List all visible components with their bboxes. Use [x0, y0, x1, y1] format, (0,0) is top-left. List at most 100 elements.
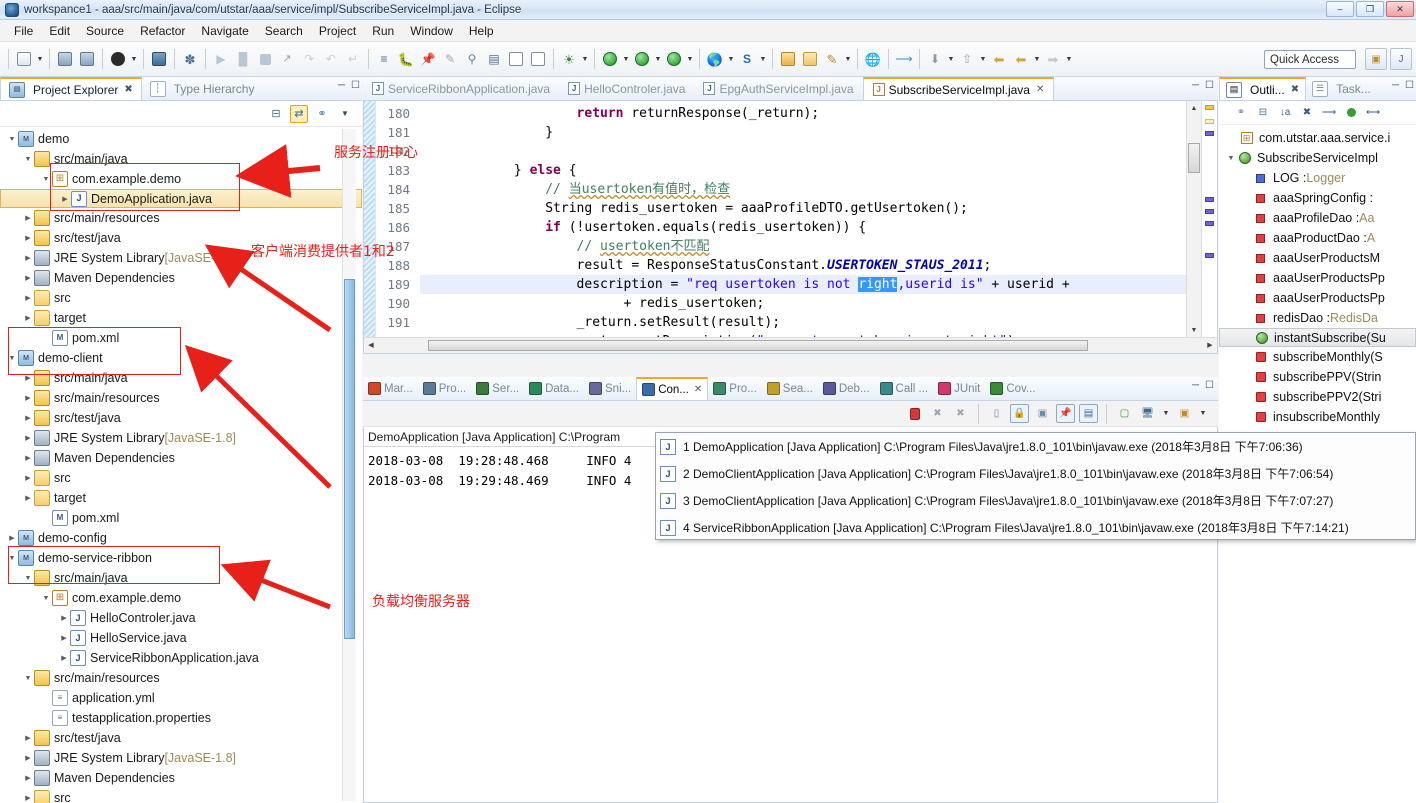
tree-twisty-icon[interactable] [22, 274, 34, 282]
tree-item-maven-dependencies[interactable]: Maven Dependencies [0, 768, 362, 788]
tree-item-demoapplication-java[interactable]: J DemoApplication.java [0, 189, 362, 208]
console-tab-coverage[interactable]: Cov... [985, 377, 1040, 400]
tree-item-src-main-resources[interactable]: src/main/resources [0, 208, 362, 228]
tree-twisty-icon[interactable] [6, 555, 18, 562]
java-perspective-icon[interactable]: J [1390, 48, 1412, 70]
hide-local-types-icon[interactable]: ⟷ [1365, 105, 1381, 121]
editor-tab-serviceribbonapplication[interactable]: J ServiceRibbonApplication.java [363, 77, 559, 100]
outline-item-log[interactable]: LOG : Logger [1219, 168, 1416, 188]
tree-twisty-icon[interactable] [40, 595, 52, 602]
minimize-button[interactable]: – [1326, 1, 1354, 17]
console-tab-debug[interactable]: Deb... [818, 377, 875, 400]
tree-item-src-main-java[interactable]: src/main/java [0, 149, 362, 169]
save-all-icon[interactable] [77, 49, 97, 69]
terminate-icon[interactable] [255, 49, 275, 69]
hide-nonpublic-icon[interactable] [1343, 105, 1359, 121]
scroll-up-icon[interactable]: ▲ [1187, 101, 1201, 115]
tree-item-jre-system-library[interactable]: JRE System Library [JavaSE-1.8] [0, 748, 362, 768]
hide-static-icon[interactable]: ⟶ [1321, 105, 1337, 121]
suspend-icon[interactable]: ▐▌ [233, 49, 253, 69]
search-declaration-icon[interactable]: ⚲ [462, 49, 482, 69]
outline-item-insubscribemonthly[interactable]: insubscribeMonthly [1219, 407, 1416, 427]
tree-twisty-icon[interactable] [22, 434, 34, 442]
open-type-icon[interactable]: ▤ [484, 49, 504, 69]
outline-item-subscribeppv-strin[interactable]: subscribePPV(Strin [1219, 367, 1416, 387]
tree-twisty-icon[interactable] [59, 195, 71, 203]
close-icon[interactable]: ✖ [1291, 84, 1299, 95]
outline-tree[interactable]: ⊞ com.utstar.aaa.service.i SubscribeServic… [1219, 125, 1416, 447]
open-perspective-icon[interactable]: ▣ [1365, 48, 1387, 70]
show-console-on-output-icon[interactable]: ▣ [1033, 404, 1052, 423]
menu-project[interactable]: Project [311, 22, 364, 40]
scroll-down-icon[interactable]: ▼ [1187, 323, 1201, 337]
tree-item-com-example-demo[interactable]: ⊞ com.example.demo [0, 588, 362, 608]
new-package-icon[interactable] [800, 49, 820, 69]
editor-hscroll-thumb[interactable] [428, 340, 1088, 351]
scroll-left-icon[interactable]: ◀ [364, 338, 378, 352]
new-console-view-icon[interactable]: ▣ [1175, 404, 1194, 423]
menu-refactor[interactable]: Refactor [132, 22, 193, 40]
debug-bug-icon[interactable]: 🐛 [396, 49, 416, 69]
print-icon[interactable] [149, 49, 169, 69]
console-tab-junit[interactable]: JUnit [933, 377, 985, 400]
debug-dropdown-arrow-icon[interactable]: ▼ [653, 49, 663, 69]
maximize-console-icon[interactable]: ☐ [1205, 380, 1214, 391]
tree-twisty-icon[interactable] [22, 394, 34, 402]
step-into-icon[interactable]: ↷ [299, 49, 319, 69]
run-icon[interactable] [600, 49, 620, 69]
tab-task-list[interactable]: ☰ Task... [1306, 77, 1377, 100]
outline-item-instantsubscribe-su[interactable]: instantSubscribe(Su [1219, 328, 1416, 347]
console-tab-data-source[interactable]: Data... [524, 377, 584, 400]
toggle-ancestor-icon[interactable]: ⇧ [957, 49, 977, 69]
tree-twisty-icon[interactable] [22, 754, 34, 762]
console-dropdown-item-3[interactable]: J 3 DemoClientApplication [Java Applicati… [656, 487, 1415, 514]
outline-item-redisdao[interactable]: redisDao : RedisDa [1219, 308, 1416, 328]
menu-search[interactable]: Search [257, 22, 311, 40]
tree-twisty-icon[interactable] [22, 314, 34, 322]
minimize-editor-icon[interactable]: ─ [1192, 80, 1199, 91]
code-editor[interactable]: 1801811821831841851861871881891901911921… [363, 101, 1218, 354]
editor-overview-ruler[interactable] [1201, 101, 1217, 337]
new-console-arrow-icon[interactable]: ▼ [1198, 404, 1208, 424]
code-line[interactable]: String redis_usertoken = aaaProfileDTO.g… [420, 199, 1217, 218]
outline-item-aaaspringconfig[interactable]: aaaSpringConfig : [1219, 188, 1416, 208]
open-console-icon[interactable]: ▢ [1115, 404, 1134, 423]
menu-window[interactable]: Window [402, 22, 461, 40]
console-tab-call-hierarchy[interactable]: Call ... [875, 377, 934, 400]
back-navigation-icon[interactable]: ⬅ [989, 49, 1009, 69]
toggle-mark-occurrences-icon[interactable]: ✽ [180, 49, 200, 69]
hide-fields-icon[interactable]: ✖ [1299, 105, 1315, 121]
pencil-icon[interactable]: ✎ [440, 49, 460, 69]
tree-twisty-icon[interactable] [22, 414, 34, 422]
forward-arrow-icon[interactable]: ▼ [1064, 49, 1074, 69]
tree-item-src-main-resources[interactable]: src/main/resources [0, 668, 362, 688]
open-browser-icon[interactable]: 🌐 [863, 49, 883, 69]
sort-icon[interactable]: ↓a [1277, 105, 1293, 121]
code-line[interactable]: } [420, 123, 1217, 142]
step-over-icon[interactable]: ↶ [321, 49, 341, 69]
minimize-console-icon[interactable]: ─ [1192, 380, 1199, 391]
open-task-icon[interactable] [506, 49, 526, 69]
disconnect-icon[interactable]: ↗ [277, 49, 297, 69]
tree-item-com-example-demo[interactable]: ⊞ com.example.demo [0, 169, 362, 189]
maximize-editor-icon[interactable]: ☐ [1205, 80, 1214, 91]
menu-file[interactable]: File [6, 22, 41, 40]
close-icon[interactable]: ✕ [694, 384, 702, 395]
tree-twisty-icon[interactable] [22, 254, 34, 262]
code-line[interactable]: if (!usertoken.equals(redis_usertoken)) … [420, 218, 1217, 237]
code-line[interactable]: description = "req usertoken is not righ… [420, 275, 1217, 294]
console-dropdown-item-4[interactable]: J 4 ServiceRibbonApplication [Java Applic… [656, 514, 1415, 541]
console-selection-dropdown[interactable]: J 1 DemoApplication [Java Application] C:… [655, 432, 1416, 540]
pin-console-icon[interactable]: 📌 [1056, 404, 1075, 423]
user-profile-icon[interactable] [108, 49, 128, 69]
menu-navigate[interactable]: Navigate [193, 22, 256, 40]
console-dropdown-item-1[interactable]: J 1 DemoApplication [Java Application] C:… [656, 433, 1415, 460]
source-code[interactable]: return returnResponse(_return); } } else… [416, 101, 1217, 337]
minimize-view-icon[interactable]: ─ [338, 80, 345, 91]
tree-twisty-icon[interactable] [22, 734, 34, 742]
code-line[interactable]: // 当usertoken有值时，检查 [420, 180, 1217, 199]
tree-twisty-icon[interactable] [58, 654, 70, 662]
coverage-dropdown-arrow-icon[interactable]: ▼ [685, 49, 695, 69]
code-line[interactable]: // usertoken不匹配 [420, 237, 1217, 256]
tree-item-serviceribbonapplication-java[interactable]: J ServiceRibbonApplication.java [0, 648, 362, 668]
